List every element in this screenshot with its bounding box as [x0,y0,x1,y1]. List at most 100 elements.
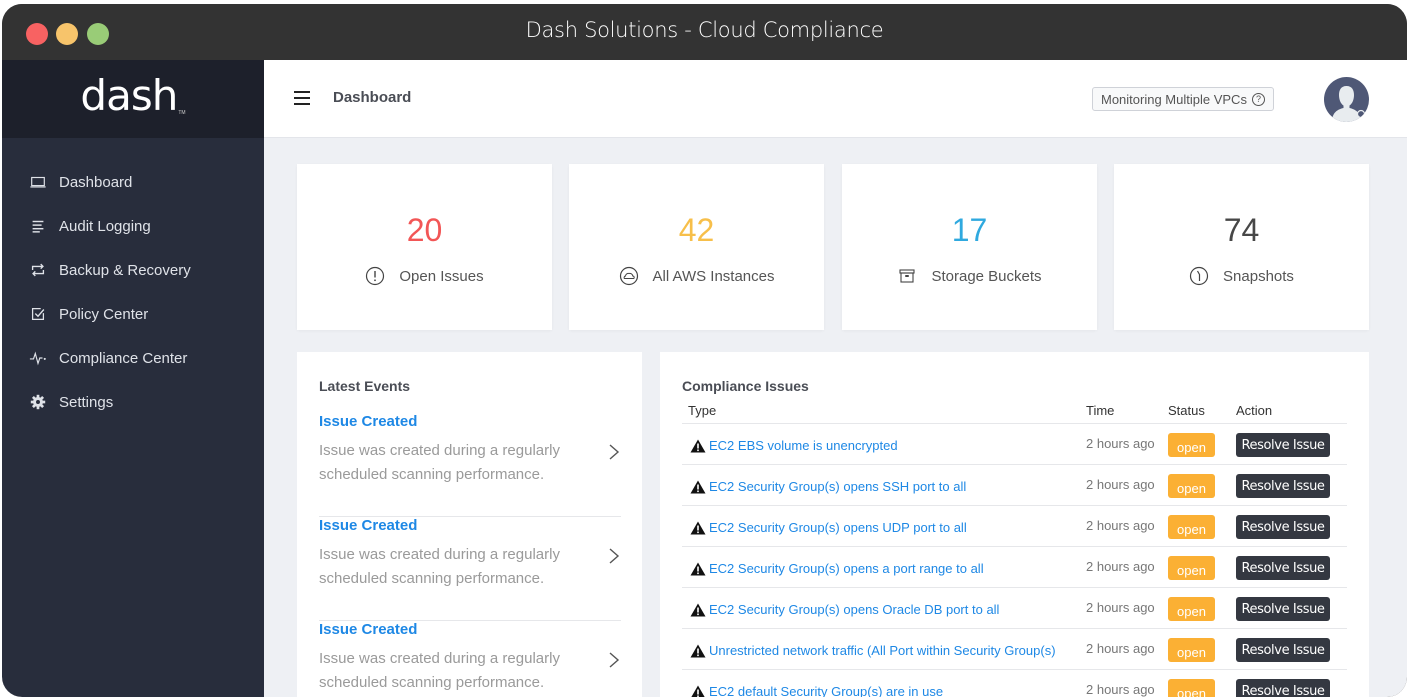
status-badge: open [1168,556,1215,580]
resolve-issue-button[interactable]: Resolve Issue [1236,638,1330,662]
issue-time: 2 hours ago [1086,600,1155,615]
vpc-monitoring-badge[interactable]: Monitoring Multiple VPCs ? [1092,87,1274,111]
page-title: Dashboard [333,89,412,106]
stat-label: Open Issues [399,267,484,285]
event-item[interactable]: Issue Created Issue was created during a… [319,413,621,517]
stat-card-open-issues[interactable]: 20 Open Issues [297,164,552,330]
title-bar: Dash Solutions - Cloud Compliance [2,4,1407,60]
issue-type-link[interactable]: EC2 EBS volume is unencrypted [709,438,898,453]
resolve-issue-button[interactable]: Resolve Issue [1236,556,1330,580]
stat-label: Snapshots [1223,267,1294,285]
hamburger-line [294,103,310,105]
resolve-issue-button[interactable]: Resolve Issue [1236,597,1330,621]
latest-events-heading: Latest Events [319,378,411,394]
issue-type-cell: EC2 default Security Group(s) are in use [690,684,943,697]
stat-label-row: All AWS Instances [569,266,824,286]
stat-card-aws-instances[interactable]: 42 All AWS Instances [569,164,824,330]
event-description: Issue was created during a regularly sch… [319,546,560,587]
table-row: EC2 Security Group(s) opens SSH port to … [682,465,1347,506]
event-title[interactable]: Issue Created [319,413,417,430]
stat-value: 42 [678,212,715,248]
event-item[interactable]: Issue Created Issue was created during a… [319,621,621,697]
issue-time: 2 hours ago [1086,436,1155,451]
user-avatar[interactable] [1324,77,1369,122]
chevron-right-icon[interactable] [607,443,621,461]
list-icon [28,216,48,236]
issue-time: 2 hours ago [1086,518,1155,533]
resolve-issue-button[interactable]: Resolve Issue [1236,474,1330,498]
sidebar-item-settings[interactable]: Settings [2,380,264,424]
issue-type-link[interactable]: EC2 default Security Group(s) are in use [709,684,943,697]
table-body: EC2 EBS volume is unencrypted 2 hours ag… [682,424,1347,697]
warning-icon [690,603,706,616]
stat-label: All AWS Instances [652,267,775,285]
issue-type-cell: EC2 Security Group(s) opens UDP port to … [690,520,967,535]
alert-circle-icon [366,266,385,286]
chevron-right-icon[interactable] [607,651,621,669]
issue-type-link[interactable]: Unrestricted network traffic (All Port w… [709,643,1056,658]
resolve-issue-button[interactable]: Resolve Issue [1236,515,1330,539]
sidebar-item-audit-logging[interactable]: Audit Logging [2,204,264,248]
archive-icon [899,269,916,283]
stat-card-storage-buckets[interactable]: 17 Storage Buckets [842,164,1097,330]
gear-icon [28,392,48,412]
clock-icon [1189,266,1209,286]
hamburger-line [294,91,310,93]
sidebar-item-label: Policy Center [59,305,149,323]
help-icon: ? [1251,92,1265,106]
column-header-type: Type [688,403,717,418]
warning-icon [690,439,706,452]
resolve-issue-button[interactable]: Resolve Issue [1236,679,1330,697]
resolve-issue-button[interactable]: Resolve Issue [1236,433,1330,457]
latest-events-card: Latest Events Issue Created Issue was cr… [297,352,642,697]
table-row: EC2 default Security Group(s) are in use… [682,670,1347,697]
stat-label-row: Snapshots [1114,266,1369,286]
sidebar-item-policy-center[interactable]: Policy Center [2,292,264,336]
event-item[interactable]: Issue Created Issue was created during a… [319,517,621,621]
logo[interactable]: dash TM [2,60,264,138]
chevron-right-icon[interactable] [607,547,621,565]
warning-icon [690,644,706,657]
issue-type-link[interactable]: EC2 Security Group(s) opens SSH port to … [709,479,966,494]
sidebar-item-label: Audit Logging [59,217,151,235]
issue-type-cell: EC2 EBS volume is unencrypted [690,438,898,453]
checkbox-icon [28,304,48,324]
table-row: EC2 Security Group(s) opens a port range… [682,547,1347,588]
menu-toggle-button[interactable] [294,91,310,105]
issue-type-cell: EC2 Security Group(s) opens a port range… [690,561,984,576]
issue-type-link[interactable]: EC2 Security Group(s) opens a port range… [709,561,984,576]
column-header-action: Action [1236,403,1273,418]
stat-value: 74 [1223,212,1260,248]
logo-trademark: TM [178,110,186,116]
sidebar-nav: Dashboard Audit Logging Backup & Recover… [2,160,264,424]
sidebar-item-backup-recovery[interactable]: Backup & Recovery [2,248,264,292]
sidebar-item-compliance-center[interactable]: Compliance Center [2,336,264,380]
table-header: Type Time Status Action [682,396,1347,424]
event-title[interactable]: Issue Created [319,517,417,534]
warning-icon [690,562,706,575]
user-silhouette-icon [1332,86,1366,122]
stat-card-snapshots[interactable]: 74 Snapshots [1114,164,1369,330]
compliance-issues-table: Type Time Status Action EC2 EBS volume i… [682,396,1347,697]
hamburger-line [294,97,310,99]
event-title[interactable]: Issue Created [319,621,417,638]
top-bar: Dashboard Monitoring Multiple VPCs ? [264,60,1407,138]
laptop-icon [28,172,48,192]
issue-type-link[interactable]: EC2 Security Group(s) opens UDP port to … [709,520,967,535]
status-badge: open [1168,474,1215,498]
window-title: Dash Solutions - Cloud Compliance [525,18,884,42]
sidebar-item-dashboard[interactable]: Dashboard [2,160,264,204]
stats-row: 20 Open Issues 42 All AWS Instances 17 S… [297,164,1369,330]
event-description: Issue was created during a regularly sch… [319,442,560,483]
app-body: dash TM Dashboard Audit Logging Backup &… [2,60,1407,697]
issue-type-cell: Unrestricted network traffic (All Port w… [690,643,1056,658]
logo-text: dash [80,70,178,120]
repeat-icon [28,260,48,280]
stat-label: Storage Buckets [931,267,1042,285]
issue-time: 2 hours ago [1086,641,1155,656]
status-badge: open [1168,679,1215,697]
table-row: EC2 Security Group(s) opens Oracle DB po… [682,588,1347,629]
sidebar: dash TM Dashboard Audit Logging Backup &… [2,60,264,697]
issue-type-cell: EC2 Security Group(s) opens SSH port to … [690,479,966,494]
issue-type-link[interactable]: EC2 Security Group(s) opens Oracle DB po… [709,602,999,617]
